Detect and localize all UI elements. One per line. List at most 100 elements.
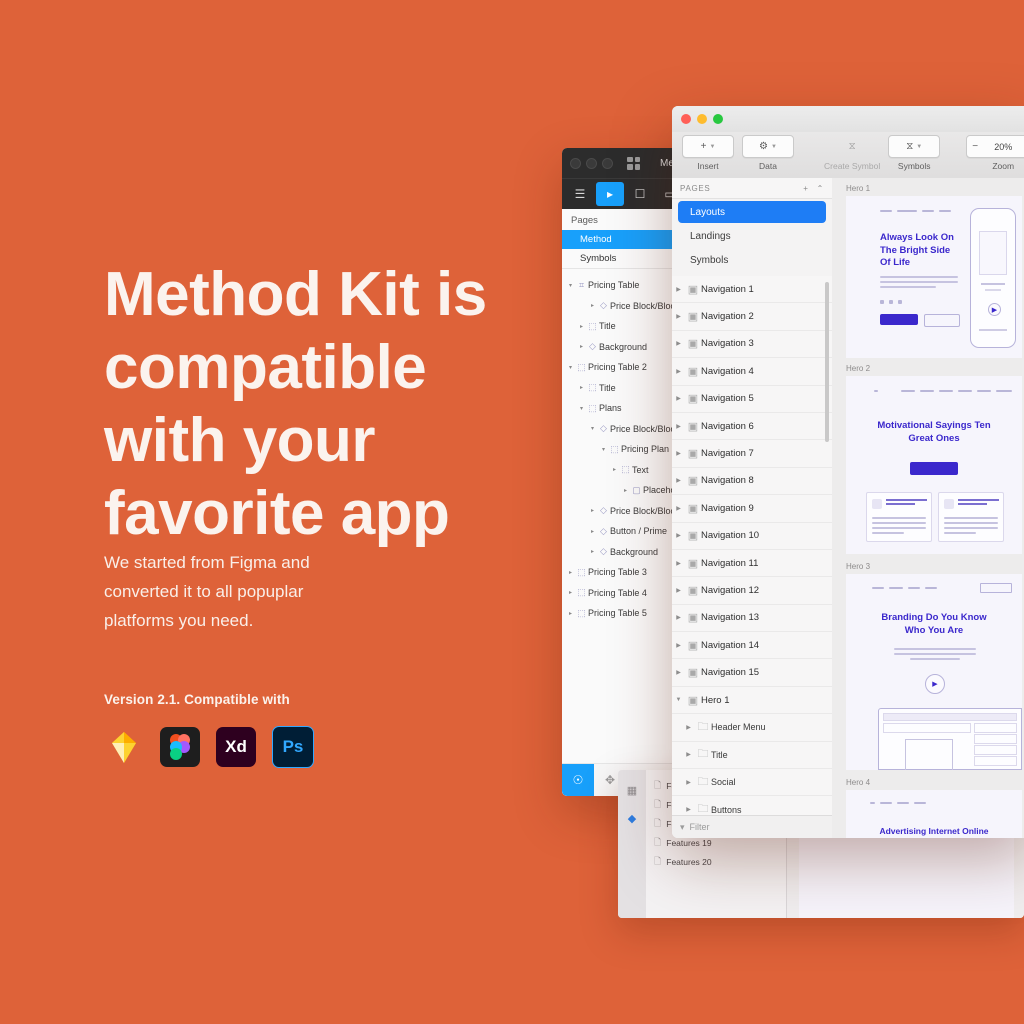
chevron-right-icon[interactable]: ▶ [682,751,695,758]
collapse-pages-button[interactable]: ⌃ [817,184,824,193]
feature-card[interactable] [866,492,932,542]
play-icon[interactable]: ▶ [988,303,1001,316]
chevron-right-icon[interactable]: ▸ [577,343,586,350]
sketch-layer-row[interactable]: ▶ 🗀 Header Menu [672,714,832,742]
sketch-layer-row[interactable]: ▶ ▣ Navigation 6 [672,413,832,441]
sketch-page-symbols[interactable]: Symbols [678,249,826,271]
chevron-right-icon[interactable]: ▸ [588,302,597,309]
artboard-hero-1[interactable]: Hero 1 Always Look On The Bright Side Of… [846,184,1022,358]
chevron-down-icon[interactable]: ▾ [577,405,586,412]
xd-list-item[interactable]: 🗋 Features 20 [646,852,786,871]
chevron-right-icon[interactable]: ▶ [672,340,685,347]
sketch-layer-row[interactable]: ▶ ▣ Navigation 13 [672,605,832,633]
chevron-down-icon[interactable]: ▾ [599,446,608,453]
artboard-hero-2[interactable]: Hero 2 Motivational Sayings Ten Great On… [846,364,1022,554]
minimize-icon[interactable] [586,157,597,169]
chevron-down-icon[interactable]: ▼ [672,697,685,703]
frame-tool-icon[interactable]: ☐ [626,182,654,206]
close-icon[interactable] [570,157,581,169]
maximize-icon[interactable] [713,114,723,124]
cta-secondary[interactable] [924,314,960,327]
chevron-right-icon[interactable]: ▶ [672,395,685,402]
maximize-icon[interactable] [602,157,613,169]
sketch-layer-row[interactable]: ▶ ▣ Navigation 14 [672,632,832,660]
comment-icon[interactable]: ☉ [562,764,594,796]
symbols-button[interactable]: ⧖ ▼ [888,135,941,158]
sketch-layer-row[interactable]: ▶ ▣ Navigation 11 [672,550,832,578]
insert-button[interactable]: + ▼ [682,135,734,158]
toolbar-create-symbol[interactable]: ⧖ Create Symbol [824,135,880,171]
artboard-preview[interactable]: Always Look On The Bright Side Of Life ▶ [846,196,1022,358]
data-button[interactable]: ⚙ ▼ [742,135,794,158]
chevron-right-icon[interactable]: ▶ [672,587,685,594]
chevron-right-icon[interactable]: ▶ [672,423,685,430]
chevron-right-icon[interactable]: ▸ [566,569,575,576]
chevron-down-icon[interactable]: ▾ [566,282,575,289]
feature-card[interactable] [938,492,1004,542]
chevron-right-icon[interactable]: ▸ [566,610,575,617]
grid-icon[interactable] [627,156,640,170]
zoom-control[interactable]: − 20% + [966,135,1024,158]
close-icon[interactable] [681,114,691,124]
sketch-window[interactable]: + ▼ Insert ⚙ ▼ Data ⧖ Create Symbol ⧖ ▼ … [672,106,1024,838]
add-page-button[interactable]: + [803,184,808,193]
layers-icon[interactable]: ◆ [625,812,639,826]
zoom-out-button[interactable]: − [972,141,978,152]
sketch-layer-row[interactable]: ▼ ▣ Hero 1 [672,687,832,715]
artboard-hero-3[interactable]: Hero 3 Branding Do You Know Who You Are … [846,562,1022,770]
sketch-layer-row[interactable]: ▶ ▣ Navigation 8 [672,468,832,496]
artboard-hero-4[interactable]: Hero 4 Advertising Internet Online Oppor… [846,778,1022,838]
play-icon[interactable]: ▶ [925,674,945,694]
sketch-layer-row[interactable]: ▶ 🗀 Social [672,769,832,797]
chevron-right-icon[interactable]: ▸ [588,548,597,555]
sketch-layer-row[interactable]: ▶ ▣ Navigation 2 [672,303,832,331]
sketch-layer-row[interactable]: ▶ ▣ Navigation 5 [672,386,832,413]
figma-traffic-lights[interactable] [570,157,613,169]
toolbar-data[interactable]: ⚙ ▼ Data [742,135,794,171]
chevron-right-icon[interactable]: ▶ [672,614,685,621]
menu-icon[interactable]: ☰ [566,182,594,206]
chevron-right-icon[interactable]: ▶ [672,477,685,484]
layer-list-scrollbar[interactable] [825,282,829,442]
chevron-right-icon[interactable]: ▸ [588,528,597,535]
artboard-preview[interactable]: Branding Do You Know Who You Are ▶ [846,574,1022,770]
chevron-right-icon[interactable]: ▶ [672,313,685,320]
chevron-right-icon[interactable]: ▸ [566,589,575,596]
sketch-layer-row[interactable]: ▶ ▣ Navigation 10 [672,523,832,550]
chevron-right-icon[interactable]: ▶ [672,560,685,567]
chevron-right-icon[interactable]: ▸ [621,487,630,494]
chevron-right-icon[interactable]: ▶ [672,669,685,676]
sketch-canvas[interactable]: Hero 1 Always Look On The Bright Side Of… [832,178,1024,838]
layer-filter[interactable]: ▾ Filter [672,815,840,838]
sketch-layer-row[interactable]: ▶ 🗀 Title [672,742,832,770]
sketch-layer-row[interactable]: ▶ ▣ Navigation 3 [672,331,832,359]
move-tool-icon[interactable]: ▸ [596,182,624,206]
sketch-layer-row[interactable]: ▶ ▣ Navigation 7 [672,440,832,468]
sketch-traffic-lights[interactable] [681,114,723,124]
sketch-layer-row[interactable]: ▶ ▣ Navigation 15 [672,659,832,687]
create-symbol-button[interactable]: ⧖ [828,135,876,158]
chevron-right-icon[interactable]: ▶ [672,505,685,512]
cta-primary[interactable] [910,462,958,475]
toolbar-insert[interactable]: + ▼ Insert [682,135,734,171]
artboard-preview[interactable]: Motivational Sayings Ten Great Ones [846,376,1022,554]
chevron-down-icon[interactable]: ▾ [566,364,575,371]
sketch-layer-row[interactable]: ▶ 🗀 Buttons [672,796,832,816]
artboard-preview[interactable]: Advertising Internet Online Opportunitie… [846,790,1022,838]
chevron-right-icon[interactable]: ▶ [682,779,695,786]
sketch-layer-list[interactable]: ▶ ▣ Navigation 1 ▶ ▣ Navigation 2 ▶ ▣ Navigation… [672,276,832,816]
toolbar-symbols[interactable]: ⧖ ▼ Symbols [888,135,941,171]
chevron-right-icon[interactable]: ▶ [672,532,685,539]
sketch-layer-row[interactable]: ▶ ▣ Navigation 1 [672,276,832,304]
sketch-layer-row[interactable]: ▶ ▣ Navigation 9 [672,495,832,523]
sketch-page-landings[interactable]: Landings [678,225,826,247]
sketch-layer-row[interactable]: ▶ ▣ Navigation 12 [672,577,832,605]
chevron-right-icon[interactable]: ▶ [682,724,695,731]
chevron-right-icon[interactable]: ▶ [672,286,685,293]
toolbar-zoom[interactable]: − 20% + Zoom [966,135,1024,171]
minimize-icon[interactable] [697,114,707,124]
chevron-right-icon[interactable]: ▶ [672,450,685,457]
sketch-layer-row[interactable]: ▶ ▣ Navigation 4 [672,358,832,386]
chevron-right-icon[interactable]: ▸ [610,466,619,473]
chevron-right-icon[interactable]: ▸ [577,323,586,330]
